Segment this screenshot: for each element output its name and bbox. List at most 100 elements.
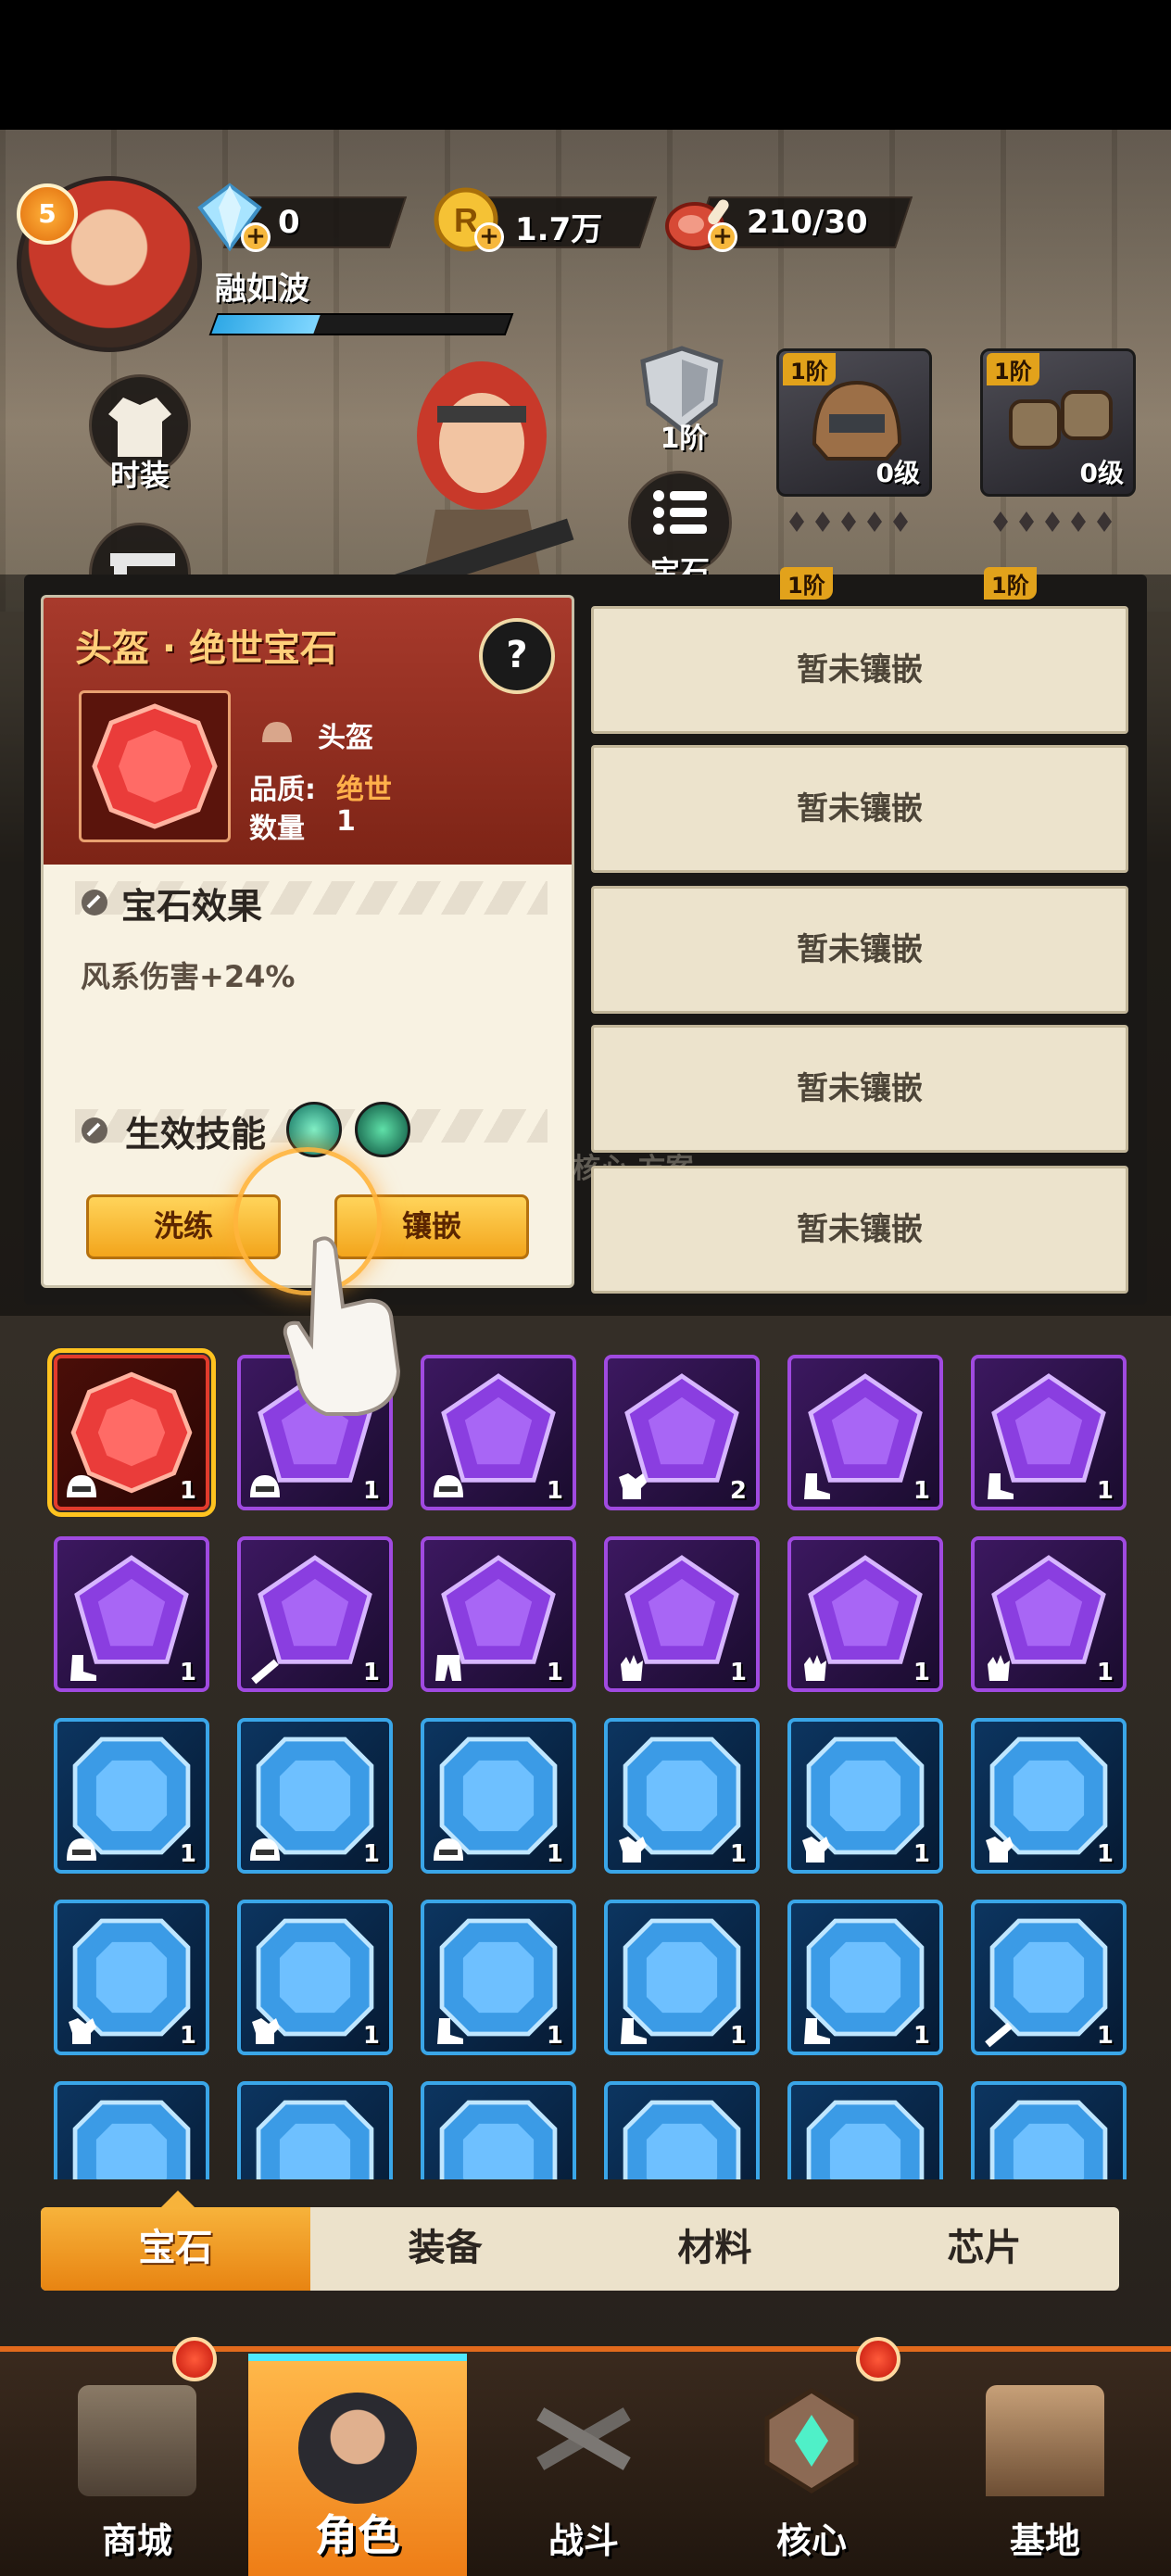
armor-slot-icon: [986, 1837, 1014, 1863]
gem-item-blue[interactable]: [787, 2081, 943, 2179]
helmet-slot-icon: [250, 1475, 280, 1497]
armor-slot-icon: [802, 1837, 830, 1863]
gem-count: 1: [1096, 1477, 1114, 1505]
tab-pointer-icon: [159, 2191, 196, 2209]
nav-base[interactable]: 基地: [936, 2354, 1154, 2576]
fashion-label: 时装: [109, 458, 170, 493]
blue-gem-icon: [806, 2100, 925, 2179]
gloves-slot-icon: [621, 1655, 643, 1681]
nav-character[interactable]: 角色: [248, 2354, 467, 2576]
nav-base-label: 基地: [1009, 2520, 1080, 2561]
equip-level: 0级: [1079, 458, 1124, 488]
tornado-skill-icon[interactable]: [355, 1102, 410, 1157]
skill-section-title: 生效技能: [125, 1114, 267, 1155]
blue-gem-icon: [72, 2100, 191, 2179]
gem-count: 1: [362, 1840, 380, 1868]
gem-item-purple[interactable]: 1: [971, 1536, 1127, 1692]
section-bullet-icon: [82, 890, 107, 915]
nav-character-label: 角色: [315, 2510, 400, 2560]
equip-slot-gloves[interactable]: 1阶 0级: [980, 348, 1136, 497]
gem-detail-title: 头盔 · 绝世宝石: [75, 627, 338, 670]
gem-socket-5[interactable]: 暂未镶嵌: [591, 1166, 1128, 1294]
helmet-gem-pips: [789, 511, 908, 532]
gem-item-blue[interactable]: 1: [421, 1718, 576, 1874]
gem-item-blue[interactable]: 1: [971, 1900, 1127, 2055]
armor-slot-icon: [252, 2018, 280, 2044]
tab-materials[interactable]: 材料: [580, 2207, 850, 2291]
gem-item-purple[interactable]: 1: [787, 1355, 943, 1510]
gem-item-blue[interactable]: [971, 2081, 1127, 2179]
effect-section-title: 宝石效果: [121, 886, 263, 927]
red-gem-icon: [92, 703, 218, 829]
gem-item-purple[interactable]: 1: [421, 1355, 576, 1510]
gem-item-blue[interactable]: 1: [421, 1900, 576, 2055]
gem-item-purple[interactable]: 1: [421, 1536, 576, 1692]
help-button[interactable]: ?: [479, 618, 555, 694]
gem-socket-4[interactable]: 暂未镶嵌: [591, 1025, 1128, 1153]
diamond-count: 0: [278, 204, 300, 241]
quality-label: 品质:: [249, 774, 316, 806]
gem-count: 1: [913, 1477, 930, 1505]
gem-item-red[interactable]: 1: [47, 1348, 216, 1517]
boots-slot-icon: [70, 1655, 96, 1681]
gem-item-blue[interactable]: 1: [787, 1718, 943, 1874]
add-diamond-button[interactable]: +: [241, 222, 271, 252]
xp-bar-fill: [211, 315, 321, 334]
nav-core[interactable]: 核心: [702, 2354, 921, 2576]
nav-shop[interactable]: 商城: [28, 2354, 246, 2576]
gem-item-blue[interactable]: [54, 2081, 209, 2179]
gem-item-purple[interactable]: 1: [971, 1355, 1127, 1510]
tab-chips[interactable]: 芯片: [850, 2207, 1119, 2291]
gem-item-purple[interactable]: 2: [604, 1355, 760, 1510]
gem-socket-1[interactable]: 暂未镶嵌: [591, 606, 1128, 734]
weapon-slot-icon: [251, 1659, 279, 1685]
blue-gem-icon: [989, 2100, 1108, 2179]
quantity-label: 数量: [249, 813, 305, 845]
gem-item-blue[interactable]: 1: [971, 1718, 1127, 1874]
gem-count: 1: [179, 1659, 196, 1686]
gem-socket-2[interactable]: 暂未镶嵌: [591, 745, 1128, 873]
helmet-slot-icon: [434, 1838, 463, 1861]
pants-slot-icon: [435, 1655, 461, 1681]
gem-item-blue[interactable]: [604, 2081, 760, 2179]
gem-item-blue[interactable]: [237, 2081, 393, 2179]
list-icon: [653, 490, 707, 535]
boots-slot-icon: [804, 1473, 830, 1499]
gem-item-blue[interactable]: 1: [604, 1900, 760, 2055]
gem-count: 1: [729, 1840, 747, 1868]
gem-detail-thumbnail: [79, 690, 231, 842]
gem-item-blue[interactable]: [421, 2081, 576, 2179]
armor-slot-icon: [69, 2018, 96, 2044]
gem-count: 1: [362, 1659, 380, 1686]
gem-item-blue[interactable]: 1: [54, 1900, 209, 2055]
gem-item-purple[interactable]: 1: [604, 1536, 760, 1692]
gem-item-purple[interactable]: 1: [237, 1536, 393, 1692]
weapon-button[interactable]: [89, 523, 191, 578]
helmet-small-icon: [262, 722, 292, 742]
add-stamina-button[interactable]: +: [708, 222, 737, 252]
gun-icon: [110, 553, 175, 577]
gem-item-blue[interactable]: 1: [237, 1718, 393, 1874]
gem-item-purple[interactable]: 1: [787, 1536, 943, 1692]
gem-item-blue[interactable]: 1: [604, 1718, 760, 1874]
category-tabs: 宝石 装备 材料 芯片: [41, 2207, 1119, 2291]
equip-level: 0级: [875, 458, 920, 488]
gem-socket-3[interactable]: 暂未镶嵌: [591, 886, 1128, 1014]
gem-item-blue[interactable]: 1: [54, 1718, 209, 1874]
add-coin-button[interactable]: +: [474, 222, 504, 252]
gem-count: 1: [546, 1659, 563, 1686]
nav-battle[interactable]: 战斗: [474, 2354, 693, 2576]
gem-item-blue[interactable]: 1: [237, 1900, 393, 2055]
tab-equipment[interactable]: 装备: [310, 2207, 580, 2291]
weapon-slot-icon: [985, 2022, 1013, 2048]
blue-gem-icon: [256, 2100, 374, 2179]
gem-count: 1: [913, 1840, 930, 1868]
gem-count: 2: [729, 1477, 747, 1505]
gem-item-purple[interactable]: 1: [54, 1536, 209, 1692]
tab-gems[interactable]: 宝石: [41, 2207, 310, 2291]
quantity-value: 1: [336, 805, 356, 838]
gem-count: 1: [546, 1840, 563, 1868]
equip-slot-helmet[interactable]: 1阶 0级: [776, 348, 932, 497]
gem-count: 1: [179, 2022, 196, 2050]
gem-item-blue[interactable]: 1: [787, 1900, 943, 2055]
